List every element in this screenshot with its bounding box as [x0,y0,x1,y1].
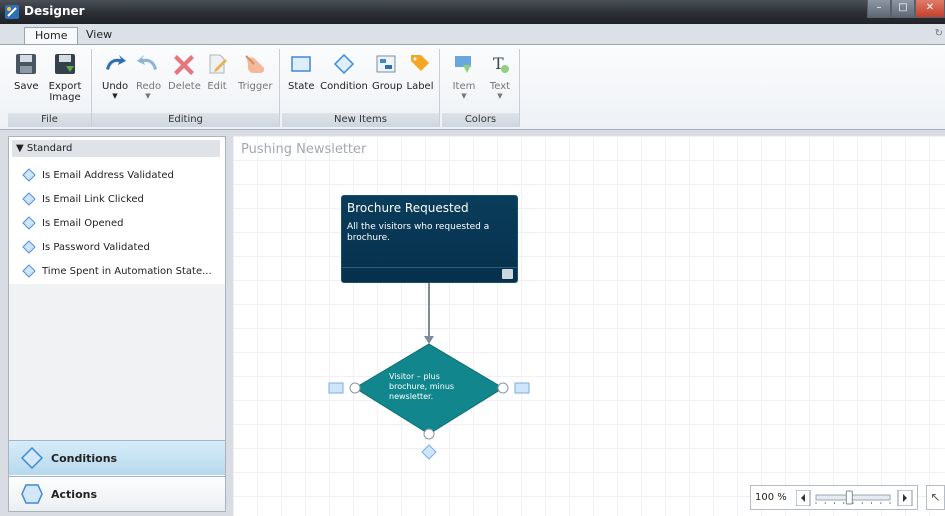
new-group-button[interactable]: Group [372,53,402,92]
close-button[interactable]: ✕ [915,0,945,18]
text-color-dropdown-icon[interactable]: ▼ [488,93,512,100]
title-bar: Designer – □ ✕ [0,0,945,24]
file-group: Save Export Image File [8,49,92,127]
conditions-icon [21,447,43,469]
save-icon [16,54,36,74]
list-item[interactable]: Is Email Opened [9,211,225,235]
edit-button[interactable]: Edit [206,53,228,92]
editing-group-label: Editing [92,113,279,127]
text-color-button[interactable]: T Text ▼ [488,53,512,100]
condition-icon [22,192,36,206]
item-color-dropdown-icon[interactable]: ▼ [452,93,476,100]
ribbon: Save Export Image File Undo ▼ Redo ▼ Del… [0,44,945,130]
ribbon-tab-row: Home View ↻ [0,24,945,45]
delete-icon [174,55,194,75]
left-port [328,382,344,394]
text-color-icon: T [493,54,509,73]
condition-icon [22,264,36,278]
file-group-label: File [8,113,91,127]
arrow-head-icon [424,336,434,344]
design-canvas[interactable]: Pushing Newsletter Brochure Requested Al… [233,136,945,516]
state-expand-icon[interactable] [502,269,513,279]
redo-dropdown-icon[interactable]: ▼ [136,93,160,100]
tab-view[interactable]: View [76,27,122,45]
zoom-thumb [845,490,853,505]
pointer-tool-button[interactable]: ↖ [926,485,945,510]
condition-icon [22,216,36,230]
list-item[interactable]: Is Email Link Clicked [9,187,225,211]
trigger-icon [245,55,265,73]
edit-icon [209,54,227,74]
state-name: Brochure Requested [347,201,469,215]
item-color-button[interactable]: Item ▼ [452,53,476,100]
save-button[interactable]: Save [14,53,39,92]
item-color-icon [455,56,471,73]
redo-icon [137,55,157,70]
list-item[interactable]: Is Password Validated [9,235,225,259]
list-item[interactable]: Time Spent in Automation State... [9,259,225,283]
new-state-button[interactable]: State [288,53,314,92]
tab-home[interactable]: Home [24,27,79,45]
window-title: Designer [24,4,85,18]
actions-icon [21,484,43,504]
zoom-slider[interactable] [796,490,914,506]
condition-icon [22,240,36,254]
category-header[interactable]: ▼ Standard [12,140,220,157]
state-divider [342,267,517,268]
undo-button[interactable]: Undo ▼ [102,53,128,100]
category-label: Standard [26,143,73,154]
ribbon-help-icon[interactable]: ↻ [935,28,943,39]
bottom-handle [423,428,435,440]
group-icon [376,55,396,73]
export-image-button[interactable]: Export Image [48,53,82,103]
label-icon [411,55,429,71]
bottom-port [421,444,437,460]
undo-dropdown-icon[interactable]: ▼ [102,93,128,100]
new-condition-button[interactable]: Condition [320,53,368,92]
condition-text: Visitor – plus brochure, minus newslette… [389,372,455,401]
zoom-control: 100 % [750,485,918,510]
actions-nav-button[interactable]: Actions [9,476,225,511]
condition-list: Is Email Address Validated Is Email Link… [9,163,225,283]
collapse-icon: ▼ [16,143,24,154]
left-handle [349,382,361,394]
zoom-level: 100 % [755,492,787,503]
condition-icon [333,53,355,75]
colors-group: Item ▼ T Text ▼ Colors [442,49,520,127]
right-port [514,382,530,394]
new-label-button[interactable]: Label [406,53,434,92]
minimize-button[interactable]: – [867,0,891,18]
state-description: All the visitors who requested a brochur… [347,222,490,243]
delete-button[interactable]: Delete [168,53,201,92]
new-items-group-label: New Items [282,113,439,127]
export-image-icon [55,54,75,74]
colors-group-label: Colors [442,113,519,127]
condition-icon [22,168,36,182]
undo-icon [106,55,126,70]
list-item[interactable]: Is Email Address Validated [9,163,225,187]
new-items-group: State Condition Group Label New Items [282,49,440,127]
trigger-button[interactable]: Trigger [238,53,273,92]
editing-group: Undo ▼ Redo ▼ Delete Edit Trigger Editin… [92,49,280,127]
redo-button[interactable]: Redo ▼ [136,53,161,100]
app-icon [5,5,19,19]
maximize-button[interactable]: □ [891,0,915,18]
state-icon [291,56,311,72]
state-node[interactable]: Brochure Requested All the visitors who … [341,195,518,283]
flow-connectors [328,283,530,460]
right-handle [497,382,509,394]
conditions-nav-button[interactable]: Conditions [9,440,225,475]
toolbox-panel: ▼ Standard Is Email Address Validated Is… [8,136,226,512]
panel-empty-area [9,284,225,440]
